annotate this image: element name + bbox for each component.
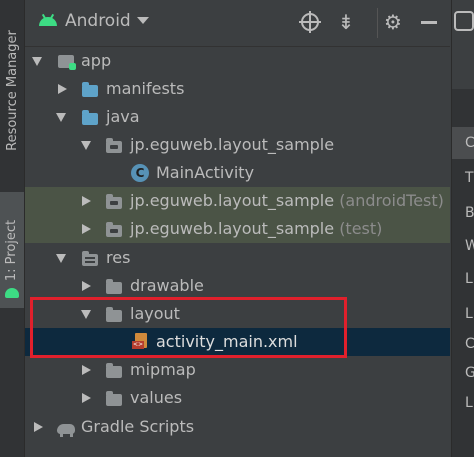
folder-icon: [106, 279, 122, 294]
android-icon: [39, 13, 57, 26]
collapse-all-icon: ⇟: [337, 10, 355, 34]
gradle-icon: [55, 421, 77, 437]
tree-node-package-test[interactable]: jp.eguweb.layout_sample (test): [25, 215, 450, 243]
palette-category[interactable]: L: [465, 306, 473, 322]
tree-node-package-android-test[interactable]: jp.eguweb.layout_sample (androidTest): [25, 187, 450, 215]
palette-category[interactable]: B: [465, 205, 474, 221]
tree-node-app[interactable]: app: [25, 47, 450, 75]
class-icon: C: [131, 164, 149, 182]
minimize-icon: [421, 20, 437, 24]
expand-arrow-icon[interactable]: [81, 141, 91, 150]
package-icon: [106, 138, 122, 153]
collapse-arrow-icon[interactable]: [58, 84, 67, 94]
palette-category[interactable]: C: [465, 336, 474, 352]
folder-icon: [82, 110, 98, 125]
tree-node-res[interactable]: res: [25, 244, 450, 272]
tree-label-drawable: drawable: [130, 276, 204, 295]
palette-category[interactable]: W: [465, 238, 474, 254]
left-tool-strip: Resource Manager 1: Project: [0, 0, 25, 457]
package-icon: [106, 194, 122, 209]
project-tree: app manifests java jp.eguweb.layout_samp…: [25, 47, 450, 457]
palette-category[interactable]: T: [465, 170, 474, 186]
chevron-down-icon[interactable]: [137, 17, 149, 24]
tree-label-res: res: [106, 248, 131, 267]
tab-project-label: 1: Project: [4, 219, 20, 281]
locate-file-button[interactable]: [299, 11, 321, 33]
collapse-arrow-icon[interactable]: [82, 365, 91, 375]
tab-resource-manager-label: Resource Manager: [4, 29, 20, 151]
tree-label-java: java: [106, 107, 140, 126]
tab-project[interactable]: 1: Project: [0, 192, 24, 308]
gear-icon: ⚙: [384, 10, 402, 34]
folder-icon: [82, 82, 98, 97]
palette-category[interactable]: L: [465, 271, 473, 287]
project-toolbar: Android ⇟ ⚙: [25, 0, 450, 47]
tree-label-manifests: manifests: [106, 79, 185, 98]
source-set-suffix: (androidTest): [339, 191, 444, 210]
tree-node-main-activity[interactable]: C MainActivity: [25, 159, 450, 187]
collapse-arrow-icon[interactable]: [82, 281, 91, 291]
collapse-arrow-icon[interactable]: [34, 422, 43, 432]
tree-label-app: app: [81, 51, 112, 70]
package-icon: [106, 222, 122, 237]
tree-label-package-main: jp.eguweb.layout_sample: [130, 135, 335, 154]
collapse-arrow-icon[interactable]: [82, 196, 91, 206]
palette-panel: Pa C T B W L L C G L: [451, 0, 474, 457]
collapse-all-button[interactable]: ⇟: [335, 11, 357, 33]
view-mode-select[interactable]: Android: [65, 11, 131, 31]
collapse-arrow-icon[interactable]: [82, 393, 91, 403]
module-folder-icon: [58, 55, 76, 70]
panel-icon: [454, 11, 474, 31]
palette-category[interactable]: L: [465, 395, 473, 411]
settings-button[interactable]: ⚙: [382, 10, 404, 34]
tree-node-manifests[interactable]: manifests: [25, 75, 450, 103]
tree-label-mipmap: mipmap: [130, 360, 196, 379]
palette-category[interactable]: C: [465, 135, 474, 151]
collapse-arrow-icon[interactable]: [82, 224, 91, 234]
palette-header: [452, 0, 474, 46]
android-icon: [5, 288, 19, 298]
expand-arrow-icon[interactable]: [56, 254, 66, 263]
highlight-annotation-box: [30, 297, 347, 358]
folder-icon: [106, 391, 122, 406]
resource-folder-icon: [82, 251, 98, 266]
crosshair-icon: [299, 11, 321, 33]
hide-panel-button[interactable]: [418, 11, 440, 33]
tree-node-drawable[interactable]: drawable: [25, 272, 450, 300]
tree-label-main-activity: MainActivity: [156, 163, 255, 182]
tree-node-package-main[interactable]: jp.eguweb.layout_sample: [25, 131, 450, 159]
folder-icon: [106, 363, 122, 378]
tree-node-values[interactable]: values: [25, 384, 450, 412]
tree-node-mipmap[interactable]: mipmap: [25, 356, 450, 384]
toolbar-divider: [377, 8, 378, 38]
tab-resource-manager[interactable]: Resource Manager: [0, 0, 24, 180]
tree-label-values: values: [130, 388, 183, 407]
tree-label-package-test: jp.eguweb.layout_sample (test): [130, 219, 383, 238]
expand-arrow-icon[interactable]: [56, 113, 66, 122]
source-set-suffix: (test): [339, 219, 383, 238]
tree-label-gradle-scripts: Gradle Scripts: [81, 417, 195, 436]
tree-label-package-android-test: jp.eguweb.layout_sample (androidTest): [130, 191, 444, 210]
tree-node-java[interactable]: java: [25, 103, 450, 131]
expand-arrow-icon[interactable]: [32, 57, 42, 66]
palette-category[interactable]: G: [465, 365, 474, 381]
tree-node-gradle-scripts[interactable]: Gradle Scripts: [25, 413, 450, 441]
